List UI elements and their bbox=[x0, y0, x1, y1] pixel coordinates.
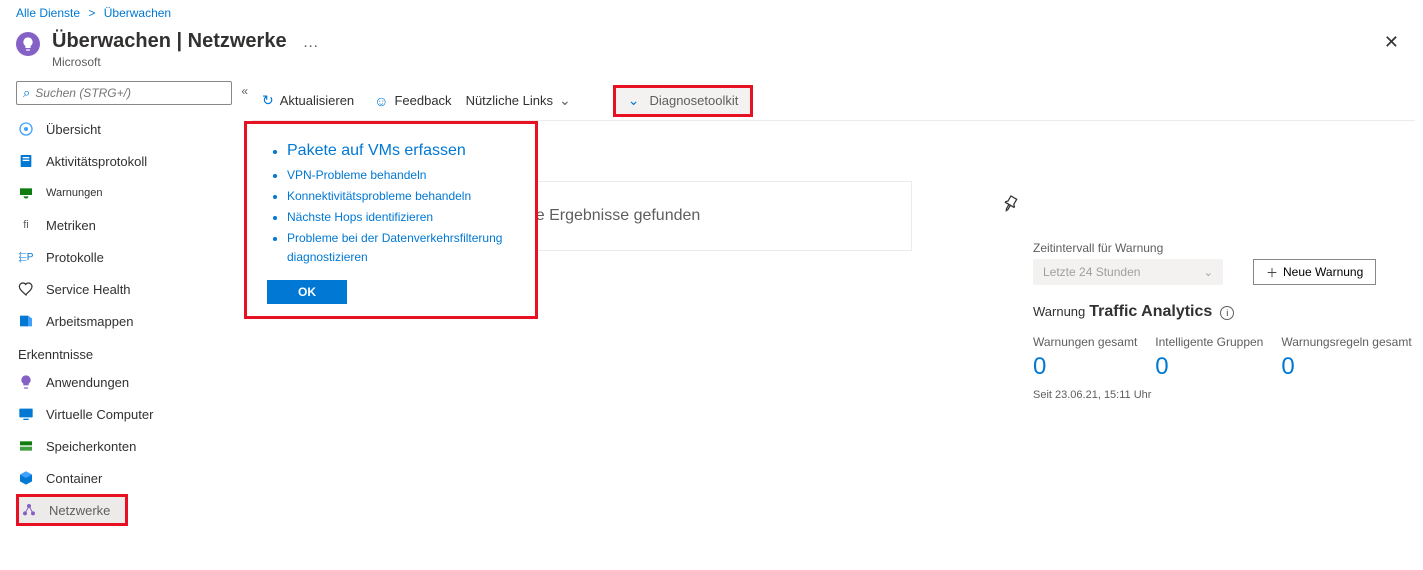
page-header: Überwachen | Netzwerke Microsoft … ✕ bbox=[0, 22, 1423, 81]
activity-log-icon bbox=[18, 153, 34, 169]
heart-icon bbox=[18, 281, 34, 297]
sidebar-item-label: Protokolle bbox=[46, 250, 104, 265]
chevron-down-icon: ⌄ bbox=[628, 92, 640, 109]
sidebar-item-label: Metriken bbox=[46, 218, 96, 233]
sidebar-item-label: Arbeitsmappen bbox=[46, 314, 133, 329]
sidebar-search[interactable]: ⌕ bbox=[16, 81, 232, 105]
chevron-down-icon: ⌄ bbox=[559, 92, 571, 109]
breadcrumb-all-services[interactable]: Alle Dienste bbox=[16, 6, 80, 20]
breadcrumb-sep: > bbox=[88, 6, 95, 20]
button-label: Neue Warnung bbox=[1283, 265, 1363, 279]
monitor-icon bbox=[16, 32, 40, 56]
container-icon bbox=[18, 470, 34, 486]
sidebar-item-overview[interactable]: Übersicht bbox=[16, 113, 236, 145]
workbooks-icon bbox=[18, 313, 34, 329]
toolbar-label: Feedback bbox=[394, 93, 451, 108]
alerts-icon bbox=[18, 185, 34, 201]
refresh-button[interactable]: ↻ Aktualisieren bbox=[252, 85, 364, 117]
diagnose-popup: Pakete auf VMs erfassen VPN-Probleme beh… bbox=[244, 121, 538, 319]
search-icon: ⌕ bbox=[23, 85, 30, 101]
useful-links-button[interactable]: Nützliche Links ⌄ bbox=[456, 85, 581, 117]
interval-label: Zeitintervall für Warnung bbox=[1033, 241, 1403, 255]
popup-item[interactable]: Nächste Hops identifizieren bbox=[287, 208, 521, 227]
sidebar-item-activity-log[interactable]: Aktivitätsprotokoll bbox=[16, 145, 236, 177]
main-content: ↻ Aktualisieren ☺ Feedback Nützliche Lin… bbox=[244, 81, 1423, 570]
popup-title[interactable]: Pakete auf VMs erfassen bbox=[287, 142, 466, 159]
breadcrumb-monitor[interactable]: Überwachen bbox=[104, 6, 171, 20]
stat-value[interactable]: 0 bbox=[1281, 353, 1411, 381]
pin-icon[interactable] bbox=[994, 190, 1024, 223]
since-timestamp: Seit 23.06.21, 15:11 Uhr bbox=[1033, 389, 1403, 401]
plus-icon: ＋ bbox=[1266, 264, 1278, 281]
toolbar: ↻ Aktualisieren ☺ Feedback Nützliche Lin… bbox=[252, 81, 1415, 121]
warnung-label: Warnung bbox=[1033, 304, 1085, 319]
sidebar-item-service-health[interactable]: Service Health bbox=[16, 273, 236, 305]
sidebar-item-alerts[interactable]: Warnungen bbox=[16, 177, 236, 209]
chevron-down-icon: ⌄ bbox=[1204, 266, 1213, 279]
diagnose-toolkit-button[interactable]: ⌄ Diagnosetoolkit bbox=[613, 85, 754, 117]
toolbar-label: Aktualisieren bbox=[280, 93, 354, 108]
stat-smart-groups: Intelligente Gruppen 0 bbox=[1155, 335, 1263, 381]
sidebar-item-applications[interactable]: Anwendungen bbox=[16, 366, 236, 398]
right-panel: Zeitintervall für Warnung Letzte 24 Stun… bbox=[1033, 241, 1403, 401]
sidebar-item-label: Anwendungen bbox=[46, 375, 129, 390]
applications-icon bbox=[18, 374, 34, 390]
sidebar: ⌕ « Übersicht Aktivitätsprotokoll Warnun… bbox=[0, 81, 244, 570]
sidebar-item-container[interactable]: Container bbox=[16, 462, 236, 494]
toolbar-label: Nützliche Links bbox=[466, 93, 553, 108]
ok-button[interactable]: OK bbox=[267, 280, 347, 304]
vm-icon bbox=[18, 406, 34, 422]
sidebar-item-label: Aktivitätsprotokoll bbox=[46, 154, 147, 169]
sidebar-item-label: Container bbox=[46, 471, 102, 486]
feedback-button[interactable]: ☺ Feedback bbox=[364, 85, 461, 117]
more-button[interactable]: … bbox=[303, 30, 319, 52]
page-title: Überwachen | Netzwerke bbox=[52, 30, 287, 53]
networks-icon bbox=[21, 502, 37, 518]
sidebar-item-label: Speicherkonten bbox=[46, 439, 136, 454]
sidebar-item-label: Service Health bbox=[46, 282, 131, 297]
stat-label: Warnungsregeln gesamt bbox=[1281, 335, 1411, 349]
stat-alert-rules: Warnungsregeln gesamt 0 bbox=[1281, 335, 1411, 381]
stat-value[interactable]: 0 bbox=[1155, 353, 1263, 381]
stat-value[interactable]: 0 bbox=[1033, 353, 1137, 381]
storage-icon bbox=[18, 438, 34, 454]
traffic-analytics-title: Traffic Analytics bbox=[1089, 303, 1212, 321]
search-input[interactable] bbox=[35, 86, 225, 100]
stat-label: Warnungen gesamt bbox=[1033, 335, 1137, 349]
logs-icon: ⬱P bbox=[18, 249, 34, 265]
overview-icon bbox=[18, 121, 34, 137]
stat-total-alerts: Warnungen gesamt 0 bbox=[1033, 335, 1137, 381]
refresh-icon: ↻ bbox=[262, 92, 274, 109]
popup-item[interactable]: VPN-Probleme behandeln bbox=[287, 166, 521, 185]
feedback-icon: ☺ bbox=[374, 93, 388, 109]
sidebar-item-storage[interactable]: Speicherkonten bbox=[16, 430, 236, 462]
sidebar-section-insights: Erkenntnisse bbox=[16, 337, 236, 366]
sidebar-item-label: Übersicht bbox=[46, 122, 101, 137]
interval-dropdown[interactable]: Letzte 24 Stunden ⌄ bbox=[1033, 259, 1223, 285]
info-icon[interactable]: i bbox=[1220, 306, 1234, 320]
breadcrumb: Alle Dienste > Überwachen bbox=[0, 0, 1423, 22]
sidebar-item-metrics[interactable]: fi Metriken bbox=[16, 209, 236, 241]
sidebar-item-label: Netzwerke bbox=[49, 503, 110, 518]
page-subtitle: Microsoft bbox=[52, 55, 287, 69]
sidebar-item-vms[interactable]: Virtuelle Computer bbox=[16, 398, 236, 430]
sidebar-item-networks[interactable]: Netzwerke bbox=[16, 494, 128, 526]
sidebar-item-logs[interactable]: ⬱P Protokolle bbox=[16, 241, 236, 273]
dropdown-value: Letzte 24 Stunden bbox=[1043, 265, 1140, 279]
sidebar-item-workbooks[interactable]: Arbeitsmappen bbox=[16, 305, 236, 337]
metrics-icon: fi bbox=[18, 217, 34, 233]
sidebar-item-label: Virtuelle Computer bbox=[46, 407, 153, 422]
popup-item[interactable]: Konnektivitätsprobleme behandeln bbox=[287, 187, 521, 206]
new-alert-button[interactable]: ＋ Neue Warnung bbox=[1253, 259, 1376, 285]
stat-label: Intelligente Gruppen bbox=[1155, 335, 1263, 349]
close-button[interactable]: ✕ bbox=[1384, 32, 1399, 53]
toolbar-label: Diagnosetoolkit bbox=[649, 93, 738, 108]
popup-item[interactable]: Probleme bei der Datenverkehrsfilterung … bbox=[287, 229, 521, 267]
sidebar-item-label: Warnungen bbox=[46, 187, 102, 199]
